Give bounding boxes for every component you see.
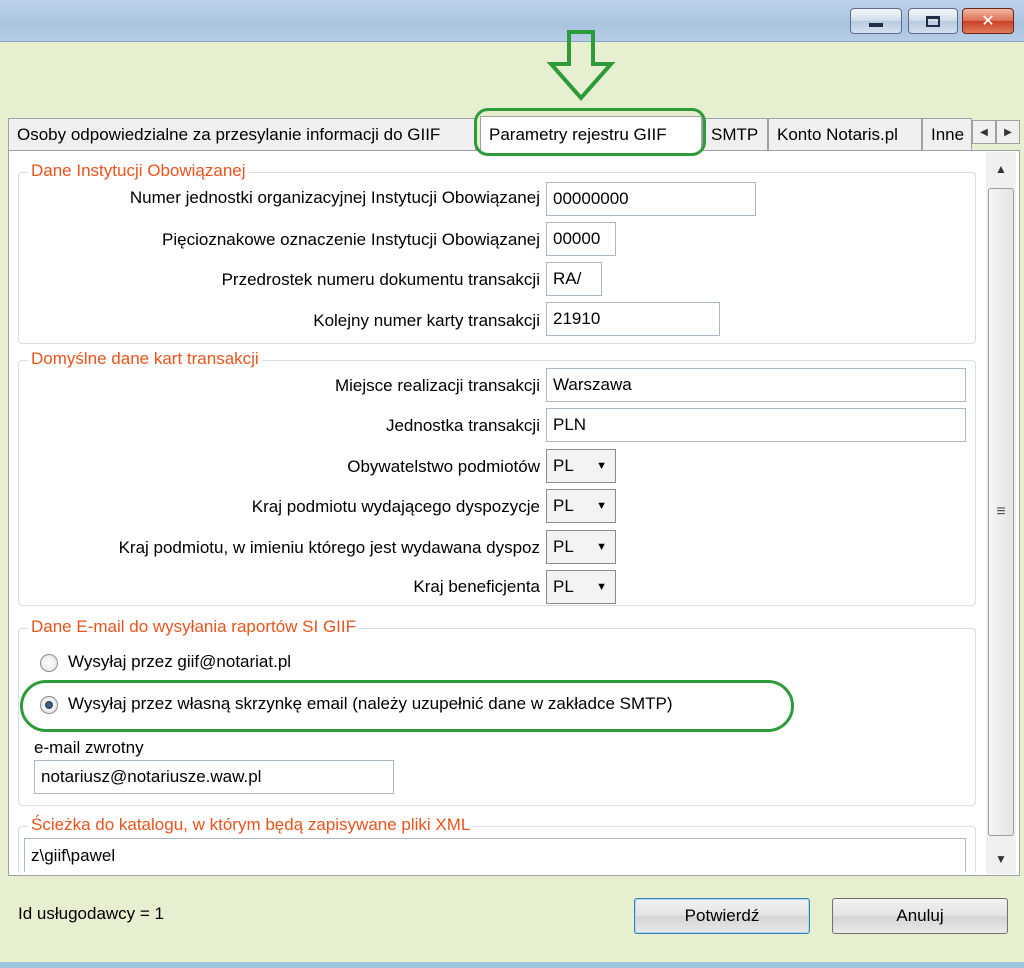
radio-giif-server[interactable] — [40, 654, 58, 672]
minimize-button[interactable] — [850, 8, 902, 34]
citizenship-label: Obywatelstwo podmiotów — [347, 457, 540, 476]
next-number-field[interactable]: 21910 — [546, 302, 720, 336]
onbehalf-country-label: Kraj podmiotu, w imieniu którego jest wy… — [118, 538, 540, 557]
xml-path-field[interactable]: z\giif\pawel — [24, 838, 966, 872]
scroll-up-icon[interactable]: ▲ — [986, 154, 1016, 184]
scroll-down-icon[interactable]: ▼ — [986, 844, 1016, 874]
issuer-country-select[interactable]: PL ▼ — [546, 489, 616, 523]
close-button[interactable]: ✕ — [962, 8, 1014, 34]
prefix-field[interactable]: RA/ — [546, 262, 602, 296]
five-char-label: Pięcioznakowe oznaczenie Instytucji Obow… — [162, 230, 540, 249]
tab-label: Konto Notaris.pl — [777, 124, 898, 144]
minimize-icon — [869, 23, 883, 27]
currency-field[interactable]: PLN — [546, 408, 966, 442]
beneficiary-country-select[interactable]: PL ▼ — [546, 570, 616, 604]
tab-smtp[interactable]: SMTP — [702, 118, 768, 150]
defaults-legend: Domyślne dane kart transakcji — [28, 349, 262, 369]
down-arrow-icon — [546, 30, 616, 102]
maximize-icon — [926, 15, 940, 27]
chevron-down-icon: ▼ — [596, 581, 607, 593]
scrollbar-thumb[interactable]: ≡ — [988, 188, 1014, 836]
path-legend: Ścieżka do katalogu, w którym będą zapis… — [28, 815, 474, 835]
beneficiary-country-label: Kraj beneficjenta — [413, 577, 540, 596]
select-value: PL — [553, 496, 574, 515]
select-value: PL — [553, 537, 574, 556]
return-email-field[interactable]: notariusz@notariusze.waw.pl — [34, 760, 394, 794]
place-label: Miejsce realizacji transakcji — [334, 376, 540, 395]
chevron-left-icon: ◀ — [980, 126, 988, 138]
tab-label: Osoby odpowiedzialne za przesylanie info… — [17, 124, 441, 144]
chevron-down-icon: ▼ — [596, 460, 607, 472]
tab-highlight — [474, 108, 706, 156]
confirm-button[interactable]: Potwierdź — [634, 898, 810, 934]
tab-responsible-persons[interactable]: Osoby odpowiedzialne za przesylanie info… — [8, 118, 476, 150]
tab-scroll-right-button[interactable]: ▶ — [996, 120, 1020, 144]
window-bottom-border — [0, 962, 1024, 968]
prefix-label: Przedrostek numeru dokumentu transakcji — [221, 270, 540, 289]
currency-label: Jednostka transakcji — [385, 416, 540, 435]
close-icon: ✕ — [981, 13, 995, 30]
select-value: PL — [553, 456, 574, 475]
radio-giif-server-label: Wysyłaj przez giif@notariat.pl — [68, 652, 292, 671]
tab-label: SMTP — [711, 124, 759, 144]
tab-notaris-account[interactable]: Konto Notaris.pl — [768, 118, 922, 150]
chevron-right-icon: ▶ — [1004, 126, 1012, 138]
institution-legend: Dane Instytucji Obowiązanej — [28, 161, 249, 181]
grip-icon: ≡ — [996, 503, 1006, 520]
tab-other[interactable]: Inne — [922, 118, 972, 150]
five-char-field[interactable]: 00000 — [546, 222, 616, 256]
maximize-button[interactable] — [908, 8, 958, 34]
unit-number-label: Numer jednostki organizacyjnej Instytucj… — [129, 188, 540, 207]
next-number-label: Kolejny numer karty transakcji — [313, 311, 540, 330]
citizenship-select[interactable]: PL ▼ — [546, 449, 616, 483]
title-bar: ✕ — [0, 0, 1024, 42]
tab-label: Inne — [931, 124, 965, 144]
select-value: PL — [553, 577, 574, 596]
chevron-down-icon: ▼ — [596, 500, 607, 512]
onbehalf-country-select[interactable]: PL ▼ — [546, 530, 616, 564]
email-legend: Dane E-mail do wysyłania raportów SI GII… — [28, 617, 360, 637]
return-email-label: e-mail zwrotny — [34, 738, 144, 757]
place-field[interactable]: Warszawa — [546, 368, 966, 402]
unit-number-field[interactable]: 00000000 — [546, 182, 756, 216]
provider-id-text: Id usługodawcy = 1 — [18, 904, 165, 923]
vertical-scrollbar[interactable]: ▲ ≡ ▼ — [986, 152, 1016, 874]
cancel-button[interactable]: Anuluj — [832, 898, 1008, 934]
chevron-down-icon: ▼ — [596, 541, 607, 553]
tab-scroll-left-button[interactable]: ◀ — [972, 120, 996, 144]
radio-highlight — [20, 680, 794, 732]
issuer-country-label: Kraj podmiotu wydającego dyspozycje — [251, 497, 540, 516]
